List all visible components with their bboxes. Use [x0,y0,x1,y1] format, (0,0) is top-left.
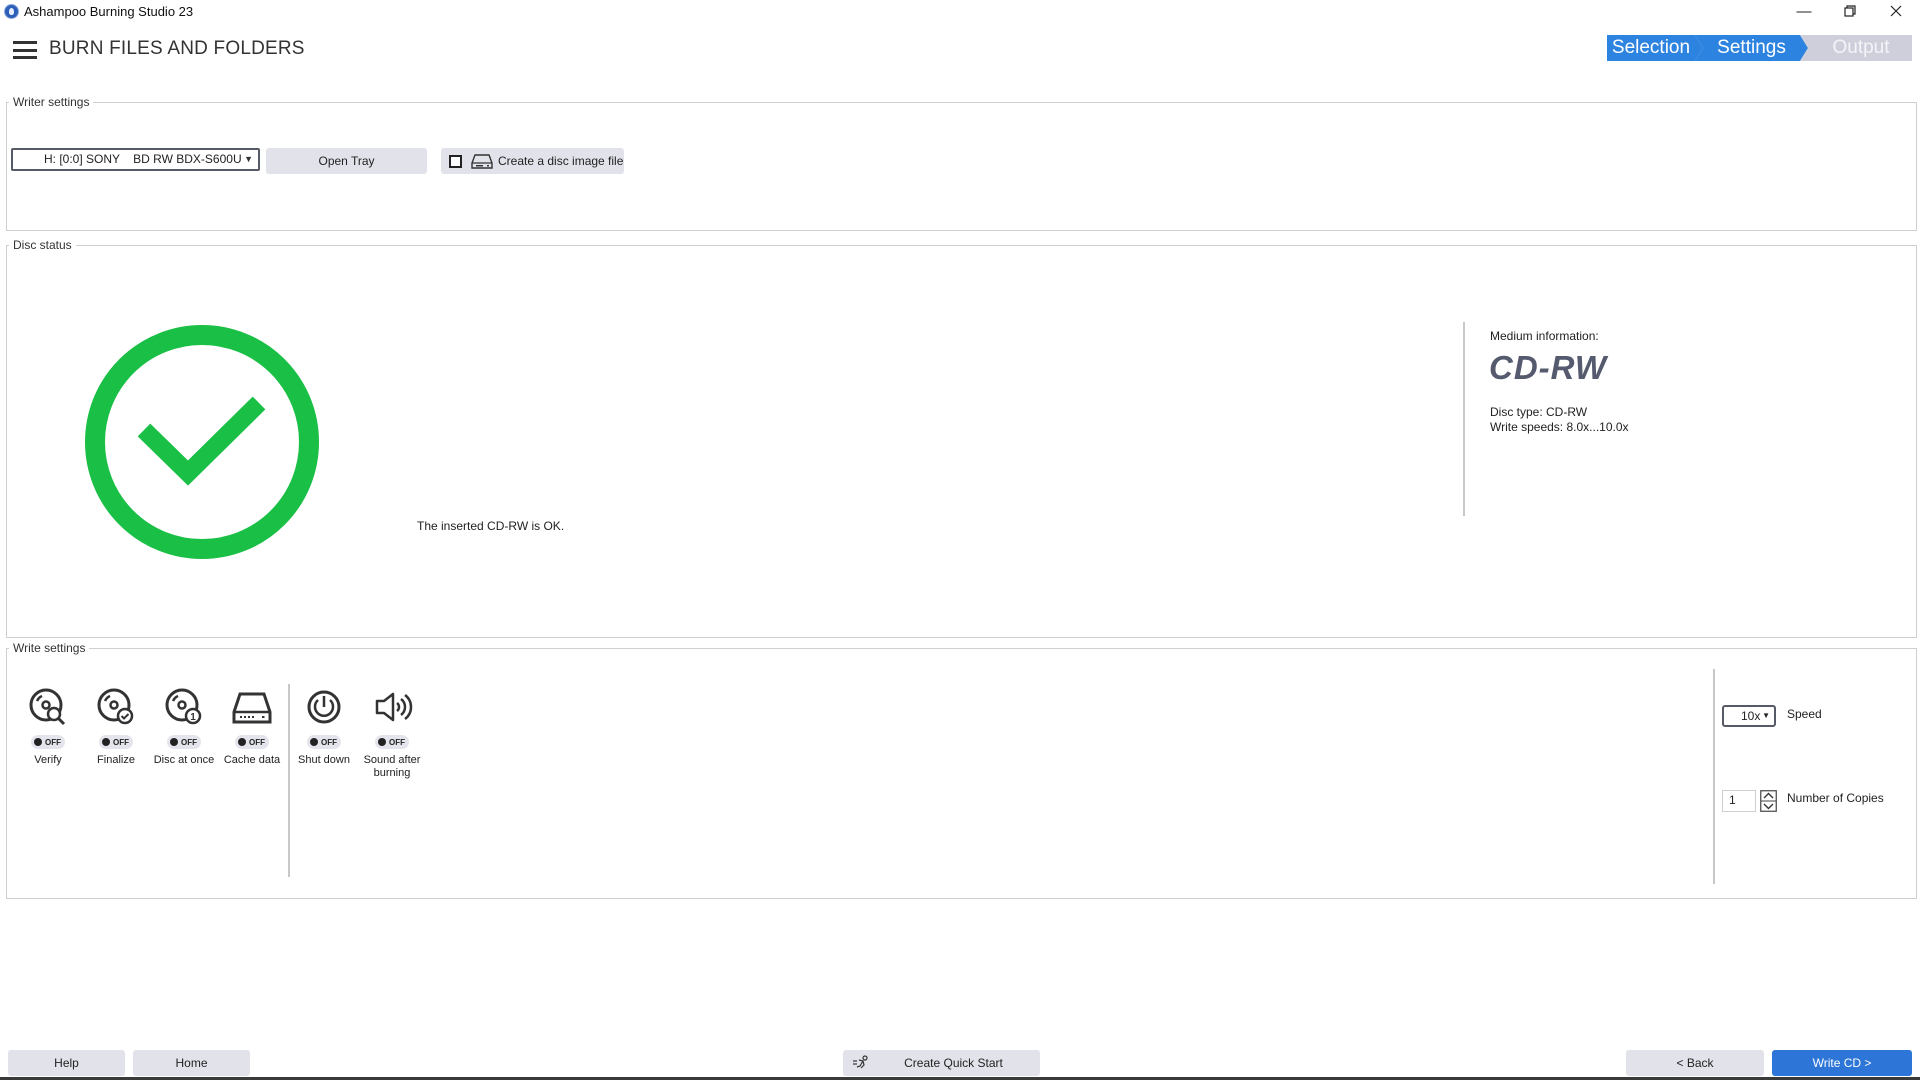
close-button[interactable] [1873,0,1919,22]
disc-verify-icon [29,688,66,726]
running-person-icon [853,1055,868,1069]
cache-data-label: Cache data [223,754,281,766]
medium-type: CD-RW [1489,349,1608,386]
back-button[interactable]: < Back [1626,1050,1764,1076]
drive-icon [471,153,493,169]
check-circle-icon [85,325,319,559]
option-finalize[interactable]: OFF Finalize [83,686,149,767]
minimize-icon: — [1796,2,1812,20]
copies-input[interactable]: 1 [1722,790,1756,812]
hamburger-menu-icon[interactable] [13,41,37,59]
disc-finalize-icon [97,688,134,725]
drive-cache-icon [232,692,272,724]
restore-button[interactable] [1827,0,1873,22]
disc-image-label: Create a disc image file [498,154,624,168]
sound-after-burning-toggle[interactable]: OFF [375,735,409,749]
speed-select[interactable]: 10x ▼ [1722,705,1776,727]
page-title: BURN FILES AND FOLDERS [49,38,305,59]
create-disc-image-toggle[interactable]: Create a disc image file [441,148,624,174]
finalize-label: Finalize [97,754,135,766]
shut-down-label: Shut down [298,754,350,766]
option-sound-after-burning[interactable]: OFF Sound after burning [359,686,425,780]
option-cache-data[interactable]: OFF Cache data [219,686,285,767]
dropdown-arrow-icon: ▼ [1762,711,1770,720]
write-cd-button[interactable]: Write CD > [1772,1050,1912,1076]
disc-type: Disc type: CD-RW [1490,405,1588,419]
speed-value: 10x [1741,709,1761,723]
option-verify[interactable]: OFF Verify [15,686,81,767]
home-button[interactable]: Home [133,1050,250,1076]
finalize-toggle[interactable]: OFF [99,735,133,749]
option-disc-at-once[interactable]: 1 OFF Disc at once [151,686,217,767]
step-breadcrumb: Selection Settings Output [1607,35,1912,61]
option-shut-down[interactable]: OFF Shut down [291,686,357,767]
write-settings-label: Write settings [9,641,90,655]
minimize-button[interactable]: — [1781,0,1827,22]
writer-settings-label: Writer settings [9,95,94,109]
close-icon [1890,5,1902,17]
step-settings[interactable]: Settings [1695,35,1808,61]
create-quick-start-button[interactable]: Create Quick Start [843,1050,1040,1076]
svg-text:1: 1 [190,712,196,723]
medium-info-label: Medium information: [1490,329,1599,343]
sound-after-burning-label: Sound after burning [363,754,421,779]
speed-label: Speed [1787,707,1822,721]
medium-info-divider [1463,322,1465,516]
shut-down-toggle[interactable]: OFF [307,735,341,749]
step-output: Output [1800,35,1912,61]
copies-spinner[interactable] [1760,790,1777,812]
dropdown-arrow-icon: ▼ [244,154,253,164]
copies-label: Number of Copies [1787,791,1884,805]
window-title: Ashampoo Burning Studio 23 [24,4,194,19]
disc-at-once-label: Disc at once [153,754,215,766]
write-speeds: Write speeds: 8.0x...10.0x [1490,420,1629,434]
drive-select-value: H: [0:0] SONY BD RW BDX-S600U [44,152,242,166]
verify-label: Verify [34,754,62,766]
speaker-icon [375,692,413,722]
restore-icon [1844,5,1856,17]
cache-data-toggle[interactable]: OFF [235,735,269,749]
create-quick-start-label: Create Quick Start [904,1056,1003,1070]
app-logo-icon [4,4,19,19]
write-options-divider [288,684,290,877]
disc-at-once-toggle[interactable]: OFF [167,735,201,749]
help-button[interactable]: Help [8,1050,125,1076]
disc-at-once-icon: 1 [165,688,202,725]
disc-image-checkbox[interactable] [449,154,462,168]
verify-toggle[interactable]: OFF [31,735,65,749]
step-selection[interactable]: Selection [1607,35,1703,61]
disc-status-message: The inserted CD-RW is OK. [417,519,565,533]
power-icon [307,690,341,724]
drive-select[interactable]: H: [0:0] SONY BD RW BDX-S600U ▼ [11,148,260,171]
speed-panel-divider [1713,669,1715,884]
open-tray-button[interactable]: Open Tray [266,148,427,174]
disc-status-label: Disc status [9,238,76,252]
